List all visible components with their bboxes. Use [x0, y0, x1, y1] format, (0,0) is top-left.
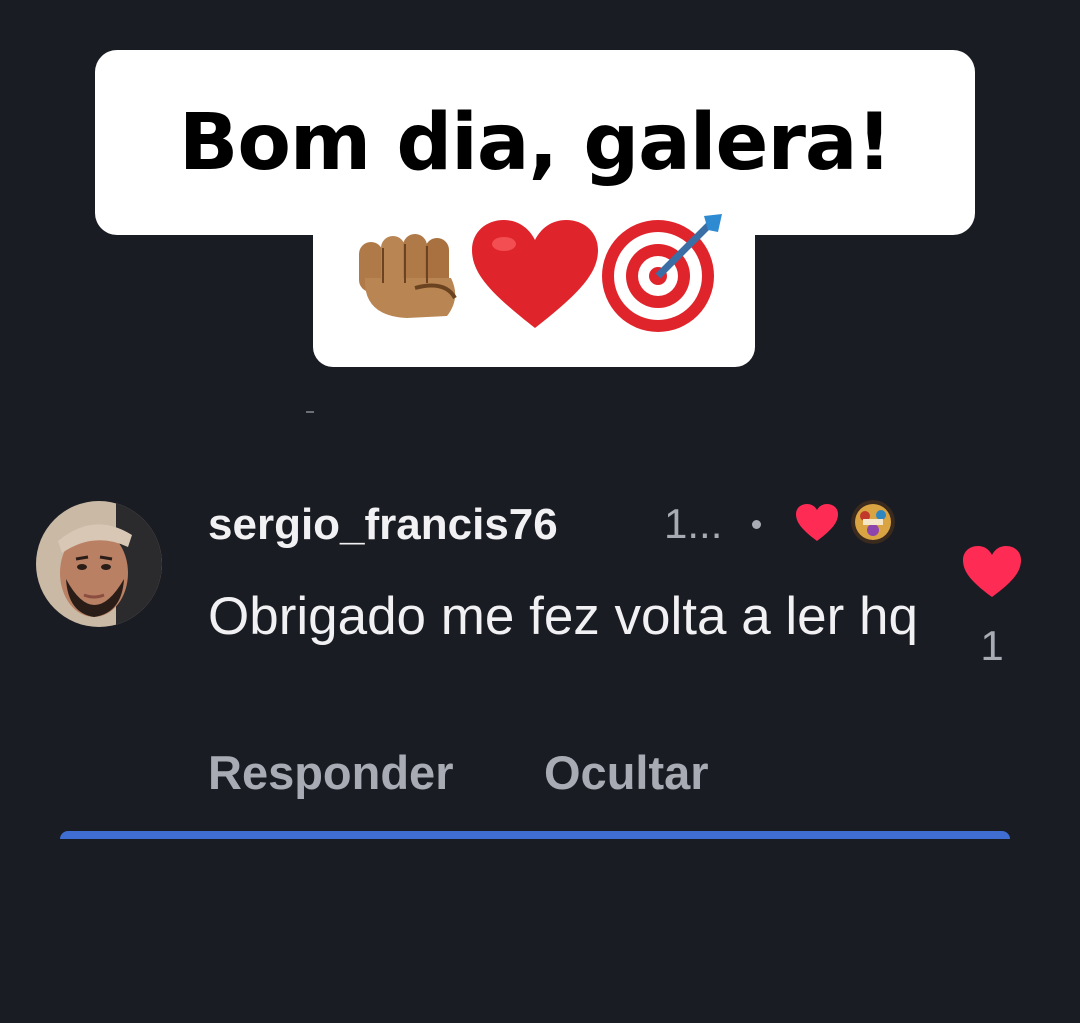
comment-timestamp: 1...	[664, 500, 723, 547]
red-heart-icon	[472, 220, 598, 328]
creator-liked-heart-icon	[796, 504, 838, 541]
hide-button[interactable]: Ocultar	[544, 745, 709, 800]
like-heart-button[interactable]	[962, 545, 1022, 599]
caption-emoji-row	[355, 210, 725, 340]
reply-panel-edge	[60, 831, 1010, 839]
separator-dot	[752, 520, 761, 529]
divider-mark	[306, 411, 314, 413]
creator-avatar-icon	[851, 500, 895, 544]
comment-username[interactable]: sergio_francis76	[208, 500, 558, 550]
caption-title: Bom dia, galera!	[178, 97, 892, 188]
like-count: 1	[980, 622, 1004, 669]
fist-bump-icon	[359, 234, 457, 318]
direct-hit-icon	[602, 214, 722, 332]
comment-text: Obrigado me fez volta a ler hq	[208, 587, 918, 646]
reply-button[interactable]: Responder	[208, 745, 454, 800]
user-avatar[interactable]	[36, 501, 162, 627]
